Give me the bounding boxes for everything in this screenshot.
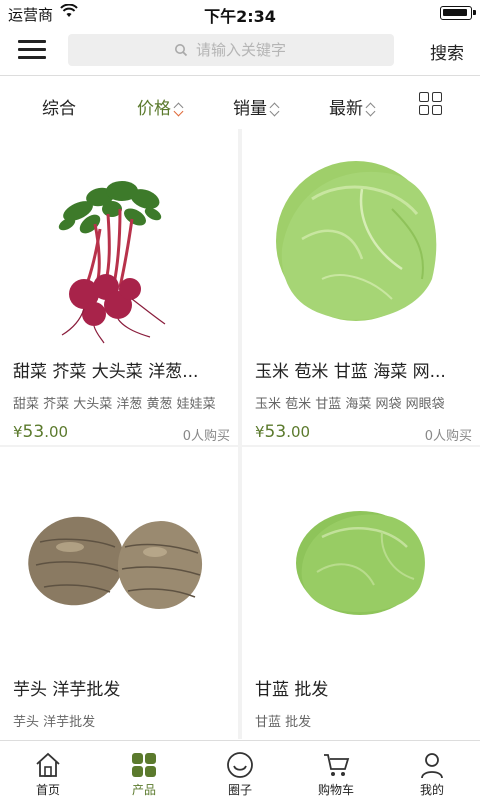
product-card[interactable]: 甘蓝 批发 甘蓝 批发: [242, 447, 480, 739]
search-box[interactable]: [68, 34, 394, 66]
product-image: [276, 161, 437, 321]
menu-icon[interactable]: [18, 38, 46, 62]
sort-arrows-icon: [270, 102, 279, 116]
tab-circle[interactable]: 圈子: [192, 741, 288, 800]
search-input[interactable]: [196, 34, 386, 66]
product-tags: 甜菜 芥菜 大头菜 洋葱 黄葱 娃娃菜: [13, 397, 216, 412]
product-name: 甘蓝 批发: [255, 680, 329, 700]
search-button[interactable]: 搜索: [430, 39, 464, 64]
purchase-count: 0人购买: [182, 429, 230, 444]
tab-label: 首页: [35, 783, 60, 797]
product-card[interactable]: 玉米 苞米 甘蓝 海菜 网... 玉米 苞米 甘蓝 海菜 网袋 网眼袋 ¥53.…: [242, 129, 480, 445]
tab-label: 购物车: [317, 783, 354, 797]
product-image: [58, 181, 166, 344]
tab-label: 产品: [131, 783, 156, 797]
cart-icon: [324, 754, 350, 776]
sort-newest[interactable]: 最新: [329, 94, 375, 119]
sort-arrows-icon: [366, 102, 375, 116]
clock: 下午2:34: [204, 7, 276, 26]
search-icon: [175, 44, 188, 57]
header: 搜索: [0, 26, 480, 76]
tab-products[interactable]: 产品: [96, 741, 192, 800]
price-integer: 53: [22, 422, 45, 442]
circle-smile-icon: [227, 752, 253, 778]
product-price: ¥53.00: [255, 422, 310, 442]
sort-price[interactable]: 价格: [137, 94, 183, 119]
product-image: [28, 516, 203, 609]
tab-bar: 首页 产品 圈子 购物车 我的: [0, 740, 480, 800]
tab-label: 圈子: [227, 783, 252, 797]
sort-bar: 综合 价格 销量 最新: [0, 77, 480, 129]
price-integer: 53: [264, 422, 287, 442]
status-bar: 运营商 下午2:34: [0, 0, 480, 26]
product-tags: 玉米 苞米 甘蓝 海菜 网袋 网眼袋: [255, 397, 445, 412]
product-name: 玉米 苞米 甘蓝 海菜 网...: [255, 362, 446, 382]
product-price: ¥53.00: [13, 422, 68, 442]
price-decimal: .00: [44, 423, 69, 441]
sort-sales[interactable]: 销量: [233, 94, 279, 119]
tab-label: 我的: [419, 783, 444, 797]
products-grid-icon: [132, 753, 156, 777]
home-icon: [36, 752, 60, 777]
sort-label: 价格: [137, 99, 171, 119]
sort-label: 综合: [42, 99, 76, 119]
product-tags: 甘蓝 批发: [255, 715, 312, 730]
product-image: [296, 511, 425, 615]
product-grid: 甜菜 芥菜 大头菜 洋葱... 甜菜 芥菜 大头菜 洋葱 黄葱 娃娃菜 ¥53.…: [0, 129, 480, 739]
product-tags: 芋头 洋芋批发: [13, 715, 96, 730]
sort-comprehensive[interactable]: 综合: [42, 94, 76, 119]
product-card[interactable]: 芋头 洋芋批发 芋头 洋芋批发: [0, 447, 238, 739]
grid-view-toggle-icon[interactable]: [419, 92, 443, 116]
price-currency: ¥: [255, 423, 265, 441]
price-decimal: .00: [286, 423, 311, 441]
user-icon: [421, 753, 443, 779]
purchase-count: 0人购买: [424, 429, 472, 444]
sort-arrows-icon: [174, 102, 183, 116]
product-card[interactable]: 甜菜 芥菜 大头菜 洋葱... 甜菜 芥菜 大头菜 洋葱 黄葱 娃娃菜 ¥53.…: [0, 129, 238, 445]
sort-label: 最新: [329, 99, 363, 119]
battery-icon: [440, 6, 476, 20]
product-name: 芋头 洋芋批发: [13, 680, 121, 700]
product-name: 甜菜 芥菜 大头菜 洋葱...: [13, 362, 199, 382]
price-currency: ¥: [13, 423, 23, 441]
sort-label: 销量: [233, 99, 267, 119]
tab-cart[interactable]: 购物车: [288, 741, 384, 800]
tab-mine[interactable]: 我的: [384, 741, 480, 800]
tab-home[interactable]: 首页: [0, 741, 96, 800]
